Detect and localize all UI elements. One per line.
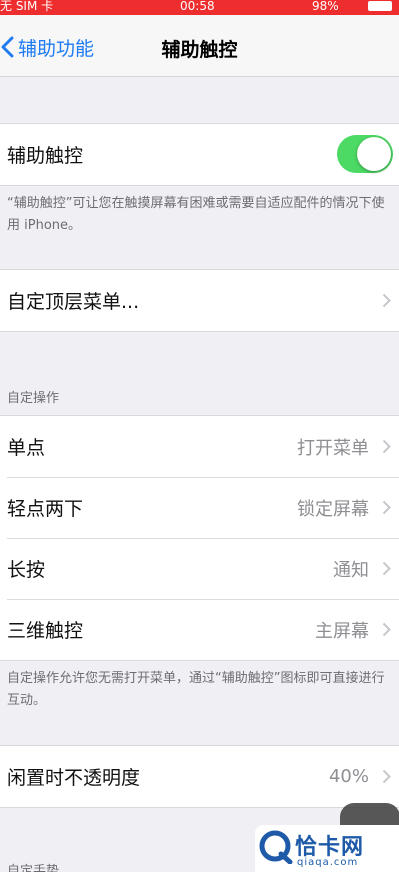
idle-opacity-group: 闲置时不透明度 40% [0, 745, 399, 808]
idle-opacity-value: 40% [328, 766, 369, 787]
action-row-3d-touch[interactable]: 三维触控 主屏幕 [0, 599, 399, 660]
action-label: 轻点两下 [7, 498, 84, 520]
battery-icon [368, 1, 392, 11]
action-label: 长按 [7, 559, 46, 581]
chevron-right-icon [382, 270, 391, 331]
chevron-right-icon [382, 477, 391, 538]
action-value: 主屏幕 [315, 620, 369, 642]
status-bar: 无 SIM 卡 00:58 98% [0, 0, 399, 15]
customize-top-menu-label: 自定顶层菜单... [7, 291, 140, 313]
watermark-logo-icon [259, 830, 293, 864]
action-row-long-press[interactable]: 长按 通知 [0, 538, 399, 599]
action-value: 通知 [333, 559, 369, 581]
chevron-right-icon [382, 599, 391, 660]
action-value: 锁定屏幕 [297, 498, 369, 520]
assistive-touch-row: 辅助触控 [0, 124, 399, 185]
chevron-right-icon [382, 416, 391, 477]
customize-top-menu-row[interactable]: 自定顶层菜单... [0, 270, 399, 331]
custom-actions-group: 单点 打开菜单 轻点两下 锁定屏幕 长按 通知 三维触控 主屏幕 [0, 415, 399, 661]
chevron-right-icon [382, 538, 391, 599]
toggle-knob [357, 137, 391, 171]
top-menu-group: 自定顶层菜单... [0, 269, 399, 332]
action-label: 三维触控 [7, 620, 84, 642]
idle-opacity-row[interactable]: 闲置时不透明度 40% [0, 746, 399, 807]
assistive-touch-label: 辅助触控 [7, 145, 84, 167]
action-value: 打开菜单 [297, 437, 369, 459]
assistive-touch-group: 辅助触控 [0, 123, 399, 186]
custom-gestures-header: 自定手势 [7, 864, 60, 872]
idle-opacity-label: 闲置时不透明度 [7, 767, 141, 789]
battery-percent: 98% [312, 0, 339, 13]
carrier-label: 无 SIM 卡 [0, 0, 54, 13]
watermark: 恰卡网 qiaqa.com [255, 825, 399, 872]
custom-actions-header: 自定操作 [7, 391, 60, 406]
page-title: 辅助触控 [161, 39, 238, 61]
assistive-touch-description: “辅助触控”可让您在触摸屏幕有困难或需要自适应配件的情况下使用 iPhone。 [7, 196, 385, 233]
status-time: 00:58 [180, 0, 215, 13]
chevron-right-icon [382, 746, 391, 807]
action-label: 单点 [7, 437, 46, 459]
action-row-double-tap[interactable]: 轻点两下 锁定屏幕 [0, 477, 399, 538]
custom-actions-description: 自定操作允许您无需打开菜单，通过“辅助触控”图标即可直接进行互动。 [7, 671, 385, 708]
navigation-bar: 辅助功能 辅助触控 [0, 15, 399, 77]
watermark-url: qiaqa.com [297, 857, 359, 868]
action-row-single-tap[interactable]: 单点 打开菜单 [0, 416, 399, 477]
assistive-touch-toggle[interactable] [337, 135, 393, 173]
